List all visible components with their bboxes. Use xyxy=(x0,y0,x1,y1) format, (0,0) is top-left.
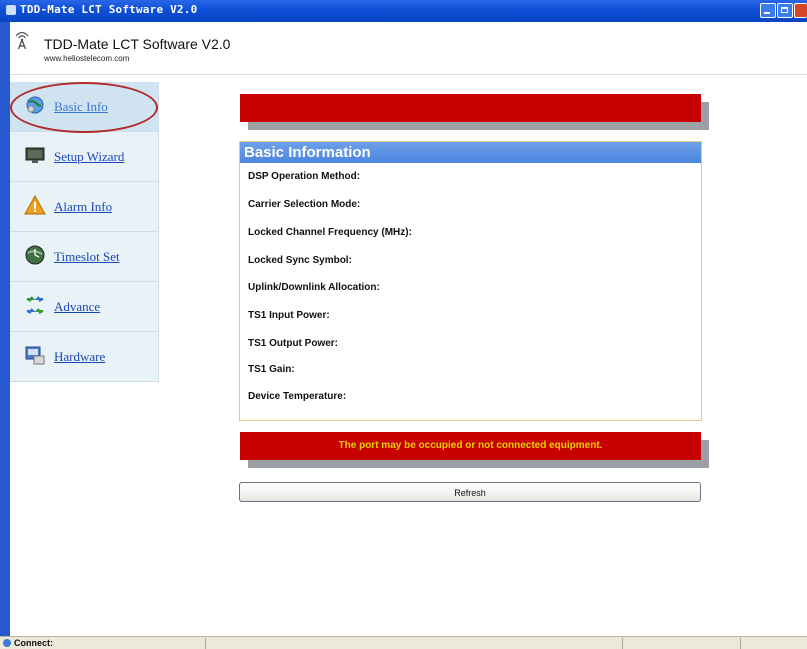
window-title: TDD-Mate LCT Software V2.0 xyxy=(20,3,198,16)
warning-icon xyxy=(24,194,46,215)
basic-information-panel: Basic Information DSP Operation Method: … xyxy=(239,141,702,421)
sidebar-item-hardware[interactable]: Hardware xyxy=(10,332,158,382)
clock-globe-icon xyxy=(25,245,45,265)
antenna-icon xyxy=(15,31,29,50)
field-dsp-operation-method: DSP Operation Method: xyxy=(248,171,361,182)
sidebar-item-label: Setup Wizard xyxy=(54,149,125,164)
sidebar-item-alarm-info[interactable]: Alarm Info xyxy=(10,182,158,232)
field-locked-channel-frequency: Locked Channel Frequency (MHz): xyxy=(248,227,412,238)
hardware-icon xyxy=(25,346,45,365)
sidebar-item-label: Timeslot Set xyxy=(54,249,120,264)
error-banner: The port may be occupied or not connecte… xyxy=(240,432,701,460)
status-divider xyxy=(622,638,623,649)
status-bar: Connect: xyxy=(0,636,807,649)
close-button[interactable] xyxy=(794,3,807,18)
field-ts1-input-power: TS1 Input Power: xyxy=(248,310,330,321)
field-carrier-selection-mode: Carrier Selection Mode: xyxy=(248,199,361,210)
app-title: TDD-Mate LCT Software V2.0 xyxy=(44,36,231,52)
window-frame xyxy=(0,22,10,636)
connection-icon xyxy=(3,639,11,647)
arrows-icon xyxy=(26,296,44,314)
panel-title: Basic Information xyxy=(240,142,701,163)
sidebar-item-setup-wizard[interactable]: Setup Wizard xyxy=(10,132,158,182)
sidebar-item-label: Advance xyxy=(54,299,101,314)
field-ts1-gain: TS1 Gain: xyxy=(248,364,295,375)
connection-status: Connect: xyxy=(14,638,53,648)
field-ts1-output-power: TS1 Output Power: xyxy=(248,338,338,349)
refresh-button[interactable]: Refresh xyxy=(239,482,701,502)
website-link: www.heliostelecom.com xyxy=(44,54,130,63)
sidebar-item-label: Alarm Info xyxy=(54,199,113,214)
maximize-button[interactable] xyxy=(777,3,793,18)
title-bar[interactable]: TDD-Mate LCT Software V2.0 xyxy=(0,0,807,22)
field-device-temperature: Device Temperature: xyxy=(248,391,347,402)
sidebar-item-advance[interactable]: Advance xyxy=(10,282,158,332)
status-divider xyxy=(205,638,206,649)
app-icon xyxy=(6,5,16,15)
field-locked-sync-symbol: Locked Sync Symbol: xyxy=(248,255,352,266)
sidebar-item-timeslot-set[interactable]: Timeslot Set xyxy=(10,232,158,282)
sidebar-item-label: Hardware xyxy=(54,349,106,364)
minimize-button[interactable] xyxy=(760,3,776,18)
error-message: The port may be occupied or not connecte… xyxy=(338,440,603,451)
status-banner xyxy=(240,94,701,122)
status-divider xyxy=(740,638,741,649)
monitor-icon xyxy=(25,147,45,163)
highlight-ring xyxy=(10,82,158,133)
field-uplink-downlink-allocation: Uplink/Downlink Allocation: xyxy=(248,282,380,293)
